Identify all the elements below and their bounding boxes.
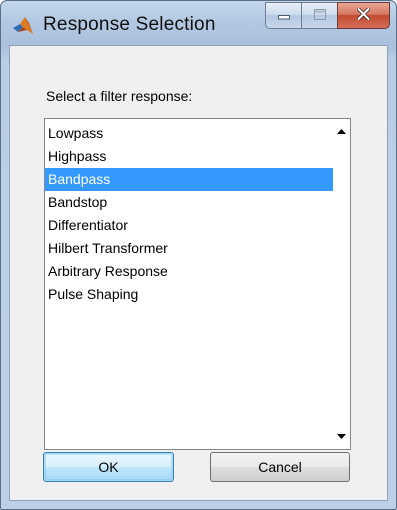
caption-buttons (265, 2, 390, 29)
scroll-down-arrow-icon (337, 426, 346, 444)
close-button[interactable] (337, 2, 390, 29)
list-item[interactable]: Hilbert Transformer (45, 237, 333, 260)
list-item[interactable]: Bandpass (45, 168, 333, 191)
list-item[interactable]: Bandstop (45, 191, 333, 214)
scroll-up-button[interactable] (333, 121, 350, 138)
cancel-button[interactable]: Cancel (210, 452, 350, 482)
window-title: Response Selection (43, 14, 216, 35)
minimize-icon (277, 7, 290, 25)
prompt-label: Select a filter response: (46, 88, 193, 104)
list-items: Lowpass Highpass Bandpass Bandstop Different… (45, 122, 333, 306)
scroll-up-arrow-icon (337, 121, 346, 139)
minimize-button[interactable] (265, 2, 302, 29)
scroll-down-button[interactable] (333, 426, 350, 443)
title-bar[interactable]: Response Selection (1, 1, 396, 45)
maximize-icon (313, 7, 326, 25)
matlab-logo-icon (12, 15, 34, 37)
ok-button[interactable]: OK (43, 452, 174, 482)
maximize-button[interactable] (301, 2, 338, 29)
list-item[interactable]: Highpass (45, 145, 333, 168)
close-icon (356, 6, 371, 25)
dialog-body: Select a filter response: Lowpass Highpas… (9, 45, 388, 501)
list-item[interactable]: Arbitrary Response (45, 260, 333, 283)
list-item[interactable]: Pulse Shaping (45, 283, 333, 306)
vertical-scrollbar[interactable] (333, 119, 350, 449)
list-item[interactable]: Differentiator (45, 214, 333, 237)
filter-response-listbox[interactable]: Lowpass Highpass Bandpass Bandstop Different… (44, 118, 351, 450)
response-selection-window: Response Selection Select a filter respo… (0, 0, 397, 510)
list-item[interactable]: Lowpass (45, 122, 333, 145)
